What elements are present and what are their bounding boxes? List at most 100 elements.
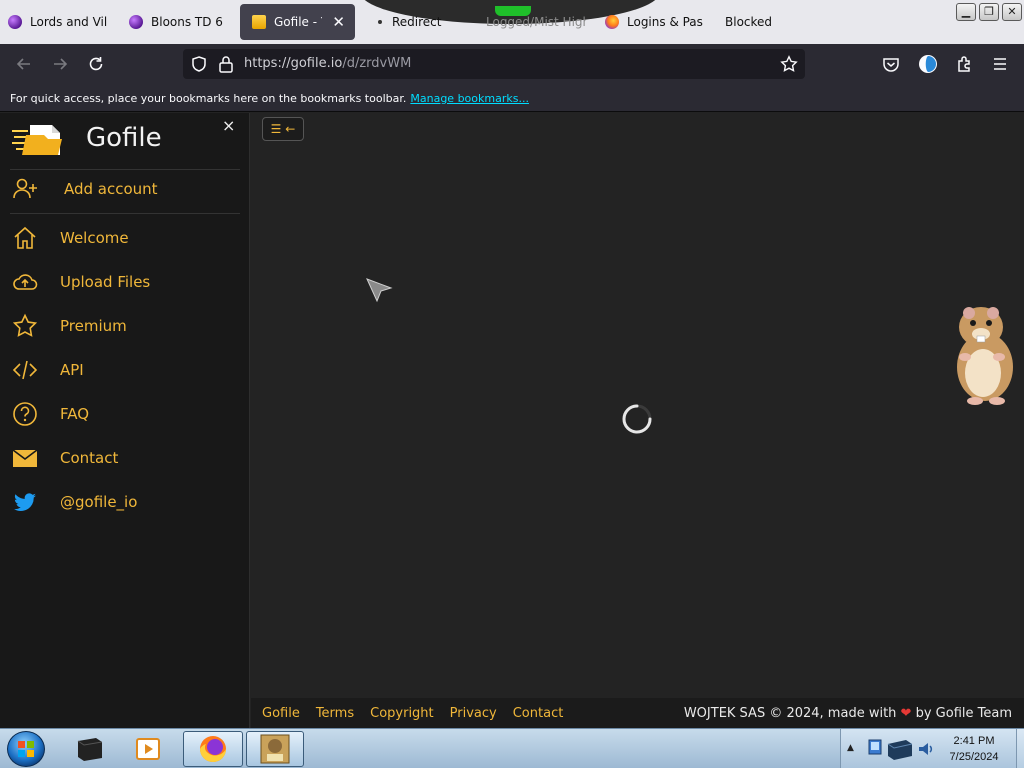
network-icon[interactable] (867, 738, 883, 758)
loading-dot-icon (378, 20, 382, 24)
tab-gofile[interactable]: Gofile - You ✕ (240, 4, 355, 40)
reload-button[interactable] (84, 52, 108, 76)
footer-link-copyright[interactable]: Copyright (370, 706, 434, 721)
minimize-window-icon[interactable]: ▁ (956, 3, 976, 21)
hamster-mascot-icon (957, 307, 1013, 405)
sidebar-item-label: @gofile_io (60, 493, 138, 511)
show-desktop-button[interactable] (1016, 729, 1024, 768)
close-window-icon[interactable]: ✕ (1002, 3, 1022, 21)
tab-redirect[interactable]: Redirect (378, 4, 468, 40)
mouse-cursor-icon (366, 278, 393, 303)
manage-bookmarks-link[interactable]: Manage bookmarks... (410, 92, 529, 105)
sidebar-item-label: Welcome (60, 229, 129, 247)
bookmarks-toolbar: For quick access, place your bookmarks h… (0, 84, 1024, 112)
site-favicon-icon (129, 15, 143, 29)
twitter-icon (12, 489, 38, 515)
tab-strip: Lords and Ville Bloons TD 6 Fr Gofile - … (0, 0, 1024, 44)
close-sidebar-icon[interactable]: × (222, 116, 235, 135)
sidebar-item-label: Premium (60, 317, 127, 335)
back-button[interactable] (12, 52, 36, 76)
start-button[interactable] (7, 731, 45, 767)
sidebar-item-premium[interactable]: Premium (0, 308, 250, 344)
pocket-icon[interactable] (882, 55, 900, 73)
page-footer: Gofile Terms Copyright Privacy Contact W… (251, 698, 1024, 728)
sidebar-item-faq[interactable]: FAQ (0, 396, 250, 432)
url-text[interactable]: https://gofile.io/d/zrdvWM (244, 56, 411, 71)
sidebar-item-contact[interactable]: Contact (0, 440, 250, 476)
footer-links: Gofile Terms Copyright Privacy Contact (262, 706, 563, 721)
footer-link-terms[interactable]: Terms (316, 706, 354, 721)
close-tab-icon[interactable]: ✕ (332, 13, 345, 31)
main-content: ☰ ← Gofile Terms Copyright Privacy Conta… (251, 113, 1024, 728)
display-app-icon[interactable] (885, 736, 915, 762)
url-bar[interactable]: https://gofile.io/d/zrdvWM (183, 49, 805, 79)
taskbar-clock[interactable]: 2:41 PM 7/25/2024 (935, 733, 1013, 765)
taskbar-app-terminal[interactable] (70, 731, 110, 767)
tab-blocked[interactable]: Blocked (725, 4, 805, 40)
add-account-button[interactable]: Add account (0, 171, 250, 207)
question-icon (12, 401, 38, 427)
sidebar-item-twitter[interactable]: @gofile_io (0, 484, 250, 520)
sidebar: Gofile × Add account Welcome Upload File… (0, 113, 250, 728)
firefox-favicon-icon (605, 15, 619, 29)
extensions-puzzle-icon[interactable] (955, 54, 975, 74)
menu-hamburger-icon[interactable] (991, 55, 1009, 73)
tab-logged[interactable]: Logged/Mist High (486, 4, 586, 40)
credit-suffix: by Gofile Team (915, 706, 1012, 721)
firefox-app-icon (200, 736, 226, 762)
clock-date: 7/25/2024 (949, 751, 999, 763)
sidebar-item-welcome[interactable]: Welcome (0, 220, 250, 256)
cloud-upload-icon (12, 269, 38, 295)
sidebar-item-label: API (60, 361, 84, 379)
sidebar-item-label: FAQ (60, 405, 90, 423)
media-player-icon (136, 738, 160, 760)
volume-icon[interactable] (917, 740, 935, 758)
sidebar-item-upload-files[interactable]: Upload Files (0, 264, 250, 300)
navigation-toolbar: https://gofile.io/d/zrdvWM (0, 44, 1024, 84)
gofile-favicon-icon (252, 15, 266, 29)
heart-icon: ❤ (900, 706, 912, 721)
tracking-shield-icon[interactable] (190, 55, 208, 73)
gofile-logo-icon (12, 125, 62, 155)
footer-link-contact[interactable]: Contact (513, 706, 564, 721)
tab-logins[interactable]: Logins & Pass (605, 4, 703, 40)
tab-bloons[interactable]: Bloons TD 6 Fr (129, 4, 225, 40)
taskbar-app-media[interactable] (128, 731, 168, 767)
windows-taskbar: ▲ 2:41 PM 7/25/2024 (0, 728, 1024, 768)
footer-link-gofile[interactable]: Gofile (262, 706, 300, 721)
restore-window-icon[interactable]: ❐ (979, 3, 999, 21)
bookmark-star-icon[interactable] (780, 55, 798, 73)
divider (10, 169, 240, 170)
terminal-app-icon (77, 738, 103, 761)
credit-prefix: WOJTEK SAS © 2024, made with (683, 706, 897, 721)
taskbar-app-box[interactable] (246, 731, 304, 767)
envelope-icon (12, 445, 38, 471)
tab-lords-and-ville[interactable]: Lords and Ville (8, 4, 108, 40)
loading-spinner-icon (622, 404, 652, 434)
sidebar-item-label: Upload Files (60, 273, 151, 291)
footer-credit: WOJTEK SAS © 2024, made with ❤ by Gofile… (684, 706, 1012, 721)
star-icon (12, 313, 38, 339)
bookmarks-hint: For quick access, place your bookmarks h… (10, 92, 407, 105)
url-host: https://gofile.io (244, 56, 343, 71)
taskbar-app-firefox[interactable] (183, 731, 243, 767)
brand-name[interactable]: Gofile (86, 123, 162, 153)
windows-logo-icon (18, 741, 34, 757)
clock-time: 2:41 PM (953, 735, 995, 747)
reload-icon (89, 57, 103, 71)
code-icon (12, 357, 38, 383)
sidebar-item-label: Contact (60, 449, 119, 467)
toggle-sidebar-button[interactable]: ☰ ← (262, 117, 304, 141)
add-user-icon (12, 176, 38, 202)
add-account-label: Add account (64, 180, 158, 198)
extension-badge-icon[interactable] (918, 54, 938, 74)
show-hidden-icons-icon[interactable]: ▲ (847, 743, 854, 753)
home-icon (12, 225, 38, 251)
box-game-icon (260, 734, 290, 764)
url-path: /d/zrdvWM (342, 56, 412, 71)
forward-arrow-icon (54, 58, 68, 70)
footer-link-privacy[interactable]: Privacy (450, 706, 497, 721)
padlock-icon[interactable] (218, 55, 234, 73)
sidebar-item-api[interactable]: API (0, 352, 250, 388)
forward-button[interactable] (48, 52, 72, 76)
